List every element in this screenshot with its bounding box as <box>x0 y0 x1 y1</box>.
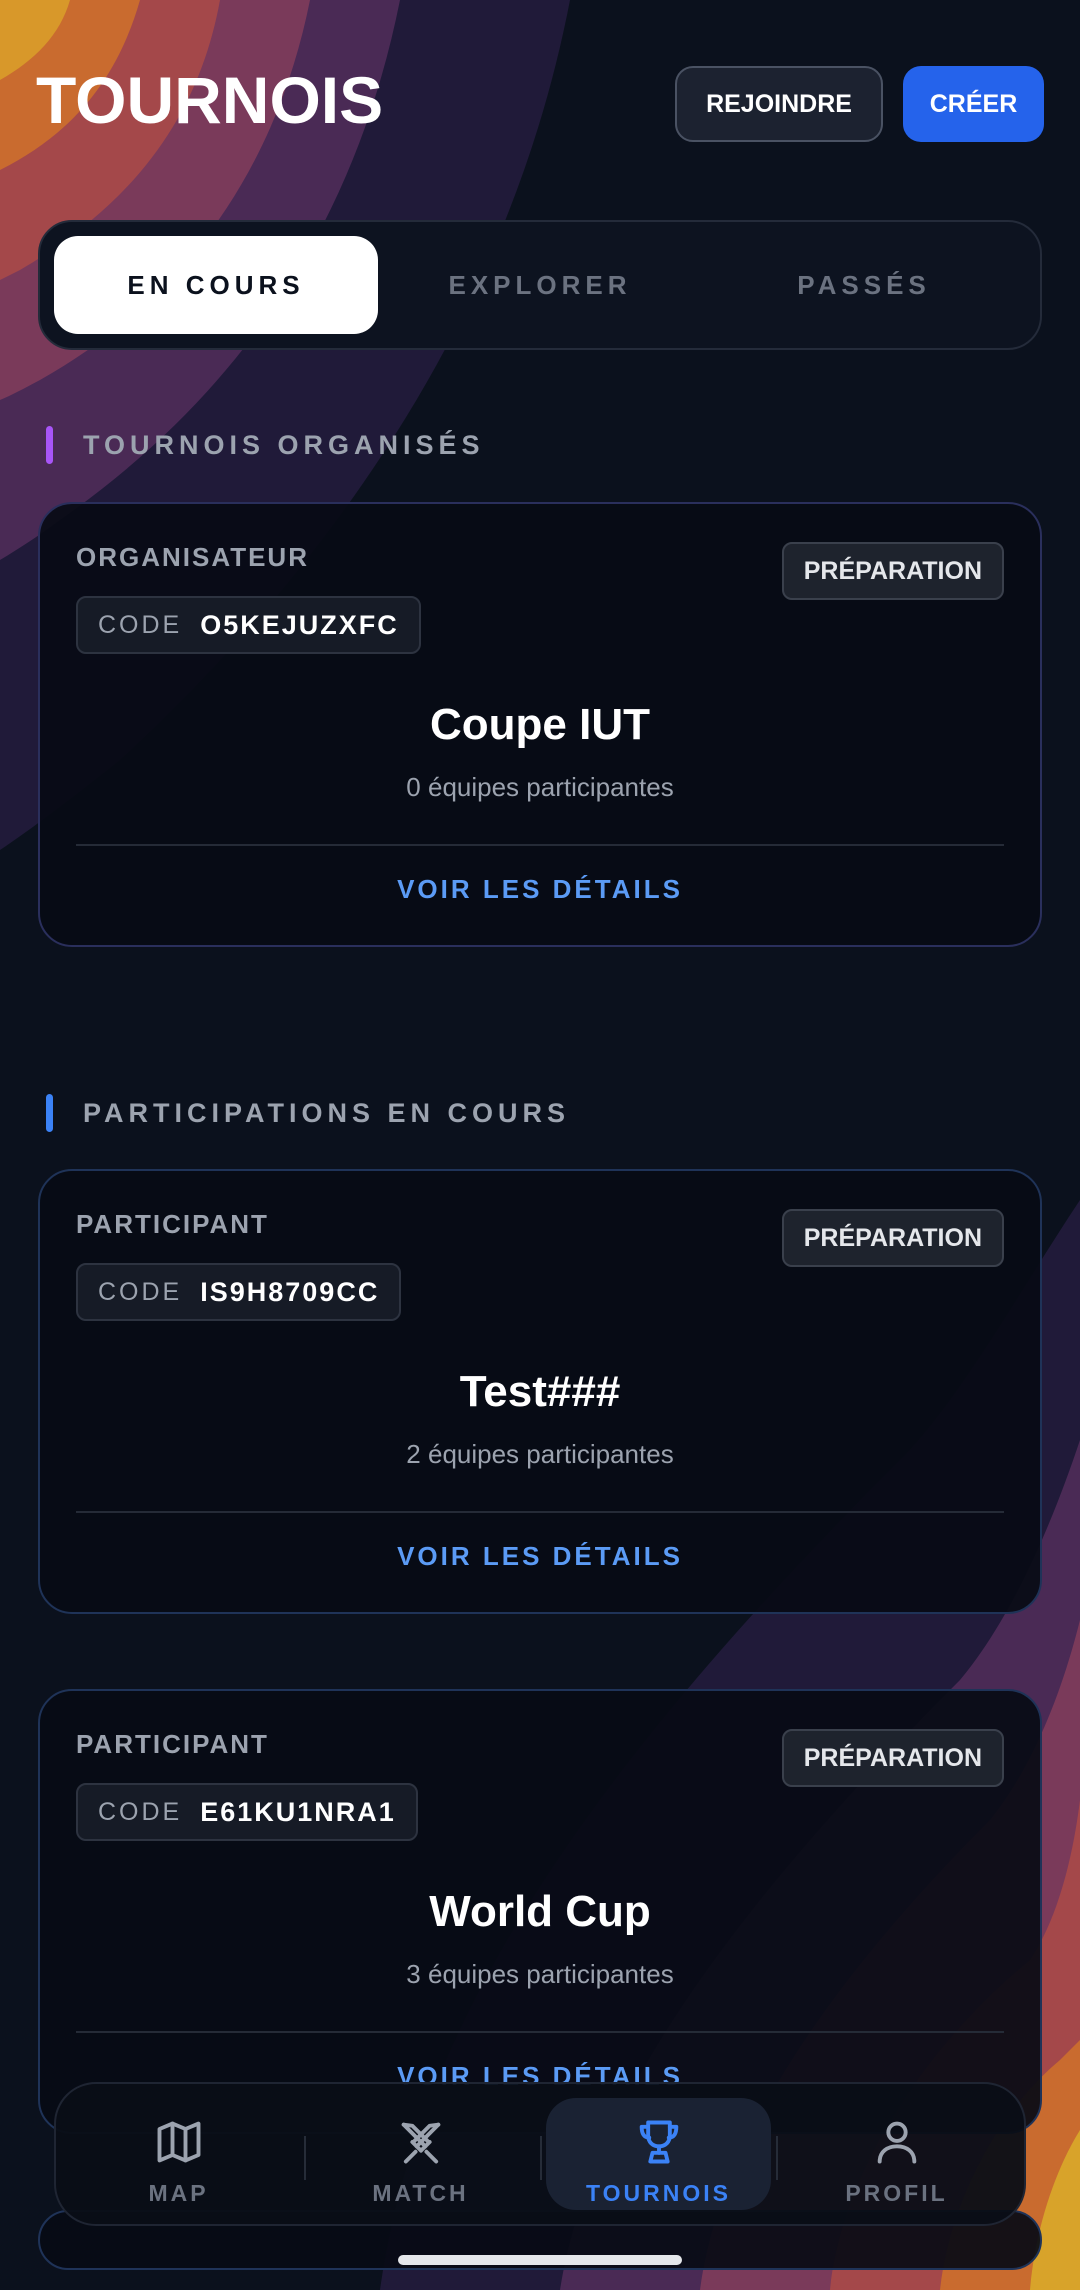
section-accent-bar <box>46 1094 53 1132</box>
tab-en-cours[interactable]: EN COURS <box>54 236 378 334</box>
status-badge: PRÉPARATION <box>781 1209 1004 1267</box>
section-accent-bar <box>46 426 53 464</box>
team-count: 0 équipes participantes <box>406 772 674 802</box>
code-badge[interactable]: CODE O5KEJUZXFC <box>76 596 421 654</box>
team-count: 3 équipes participantes <box>406 1959 674 1989</box>
divider <box>76 2031 1004 2033</box>
bottom-navigation: MAP MATCH TOURNOIS PROFIL <box>54 2082 1026 2226</box>
nav-item-map[interactable]: MAP <box>66 2098 291 2210</box>
user-icon <box>877 2121 916 2164</box>
nav-separator <box>540 2136 542 2180</box>
tournament-card[interactable]: ORGANISATEUR CODE O5KEJUZXFC PRÉPARATION… <box>38 502 1042 947</box>
status-badge: PRÉPARATION <box>781 1729 1004 1787</box>
nav-item-profil[interactable]: PROFIL <box>784 2098 1009 2210</box>
nav-item-match[interactable]: MATCH <box>308 2098 533 2210</box>
section-header-participations: PARTICIPATIONS EN COURS <box>46 1093 570 1133</box>
tournament-card[interactable]: PARTICIPANT CODE IS9H8709CC PRÉPARATION … <box>38 1169 1042 1614</box>
nav-label: MAP <box>148 2180 209 2206</box>
code-key: CODE <box>98 1277 183 1306</box>
nav-label: MATCH <box>372 2180 469 2206</box>
tournament-name: World Cup <box>429 1887 651 1936</box>
map-icon <box>157 2121 200 2163</box>
page-title: TOURNOIS <box>36 63 384 137</box>
code-key: CODE <box>98 610 183 639</box>
status-badge: PRÉPARATION <box>781 542 1004 600</box>
divider <box>76 844 1004 846</box>
nav-label: TOURNOIS <box>586 2180 731 2206</box>
home-indicator[interactable] <box>398 2255 682 2265</box>
join-button[interactable]: REJOINDRE <box>675 66 883 142</box>
code-value: E61KU1NRA1 <box>200 1796 396 1827</box>
section-label: TOURNOIS ORGANISÉS <box>83 429 485 460</box>
nav-label: PROFIL <box>845 2180 948 2206</box>
role-label: ORGANISATEUR <box>76 542 309 572</box>
view-details-link[interactable]: VOIR LES DÉTAILS <box>40 874 1040 905</box>
role-label: PARTICIPANT <box>76 1729 269 1759</box>
role-label: PARTICIPANT <box>76 1209 269 1239</box>
code-key: CODE <box>98 1797 183 1826</box>
nav-item-tournois[interactable]: TOURNOIS <box>546 2098 771 2210</box>
code-value: O5KEJUZXFC <box>200 609 399 640</box>
tournament-card[interactable]: PARTICIPANT CODE E61KU1NRA1 PRÉPARATION … <box>38 1689 1042 2134</box>
tab-passes[interactable]: PASSÉS <box>702 236 1026 334</box>
code-value: IS9H8709CC <box>200 1276 380 1307</box>
nav-separator <box>304 2136 306 2180</box>
section-header-organized: TOURNOIS ORGANISÉS <box>46 425 485 465</box>
code-badge[interactable]: CODE IS9H8709CC <box>76 1263 402 1321</box>
trophy-icon <box>639 2120 678 2164</box>
nav-separator <box>776 2136 778 2180</box>
crossed-swords-icon <box>401 2122 440 2164</box>
view-details-link[interactable]: VOIR LES DÉTAILS <box>40 1541 1040 1572</box>
team-count: 2 équipes participantes <box>406 1439 674 1469</box>
create-button[interactable]: CRÉER <box>903 66 1044 142</box>
tournament-name: Test### <box>459 1367 621 1416</box>
tab-bar: EN COURS EXPLORER PASSÉS <box>38 220 1042 350</box>
section-label: PARTICIPATIONS EN COURS <box>83 1097 571 1128</box>
tab-explorer[interactable]: EXPLORER <box>378 236 702 334</box>
code-badge[interactable]: CODE E61KU1NRA1 <box>76 1783 418 1841</box>
divider <box>76 1511 1004 1513</box>
tournament-name: Coupe IUT <box>430 700 650 749</box>
